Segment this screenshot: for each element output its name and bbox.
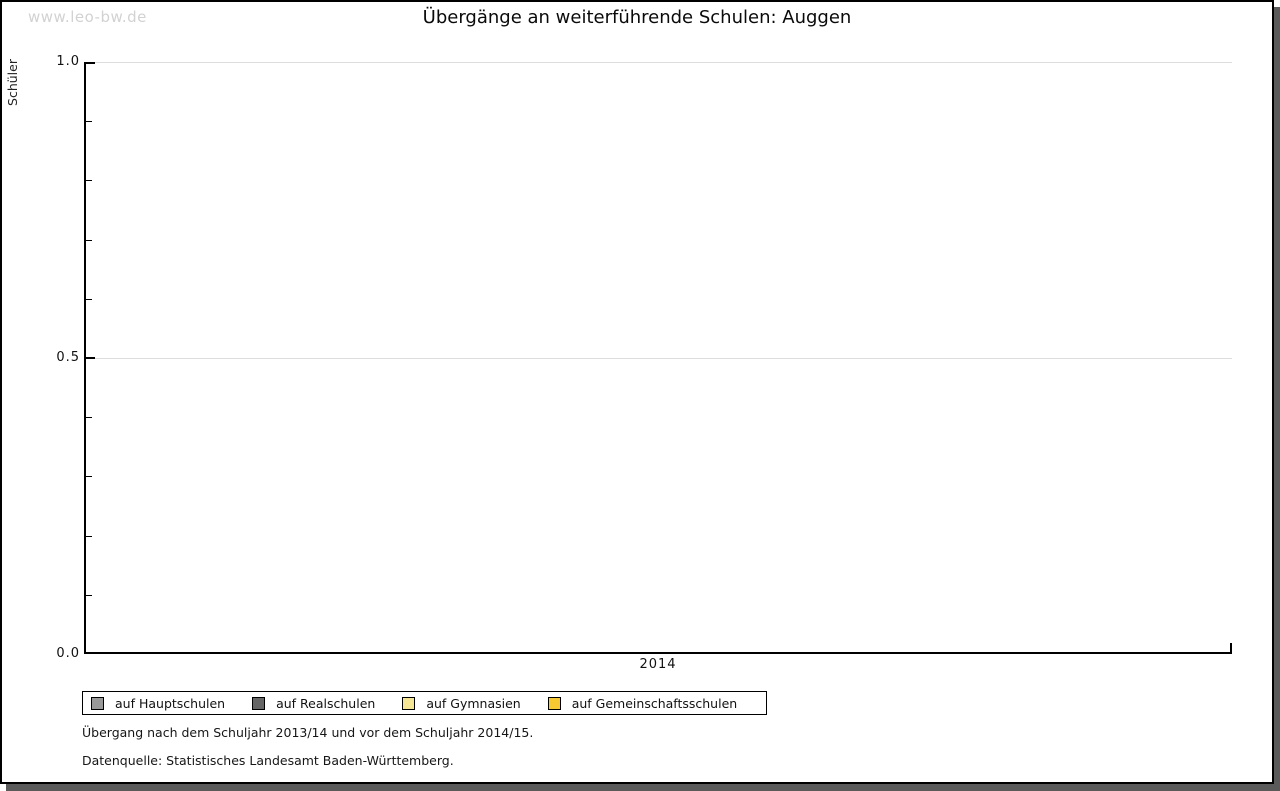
legend-swatch-gemeinschaftsschulen <box>548 697 561 710</box>
legend-label: auf Realschulen <box>276 696 375 711</box>
x-axis-end-tick <box>1230 643 1232 652</box>
gridline-0.5 <box>86 358 1232 359</box>
legend-item-gymnasien: auf Gymnasien <box>402 696 520 711</box>
y-minor-tick <box>86 417 92 418</box>
y-minor-tick <box>86 595 92 596</box>
y-minor-tick <box>86 180 92 181</box>
chart-title: Übergänge an weiterführende Schulen: Aug… <box>2 7 1272 28</box>
y-minor-tick <box>86 121 92 122</box>
legend-swatch-gymnasien <box>402 697 415 710</box>
plot-area <box>84 62 1232 654</box>
legend-label: auf Hauptschulen <box>115 696 225 711</box>
y-major-tick <box>86 62 95 64</box>
legend-item-realschulen: auf Realschulen <box>252 696 375 711</box>
y-tick-label-1.0: 1.0 <box>38 55 80 69</box>
y-minor-tick <box>86 476 92 477</box>
footnote-schuljahr: Übergang nach dem Schuljahr 2013/14 und … <box>82 725 533 740</box>
legend-item-hauptschulen: auf Hauptschulen <box>91 696 225 711</box>
y-minor-tick <box>86 299 92 300</box>
legend-label: auf Gymnasien <box>426 696 520 711</box>
legend-item-gemeinschaftsschulen: auf Gemeinschaftsschulen <box>548 696 737 711</box>
y-tick-label-0.0: 0.0 <box>38 647 80 661</box>
y-axis-label: Schüler <box>5 59 20 106</box>
y-tick-label-0.5: 0.5 <box>38 351 80 365</box>
chart-window: www.leo-bw.de Übergänge an weiterführend… <box>0 0 1274 784</box>
legend-swatch-realschulen <box>252 697 265 710</box>
y-minor-tick <box>86 536 92 537</box>
y-major-tick <box>86 357 95 359</box>
x-tick-label-2014: 2014 <box>618 657 698 672</box>
y-minor-tick <box>86 240 92 241</box>
footnote-datenquelle: Datenquelle: Statistisches Landesamt Bad… <box>82 753 454 768</box>
gridline-1.0 <box>86 62 1232 63</box>
legend-label: auf Gemeinschaftsschulen <box>572 696 737 711</box>
legend-swatch-hauptschulen <box>91 697 104 710</box>
legend: auf Hauptschulen auf Realschulen auf Gym… <box>82 691 767 715</box>
